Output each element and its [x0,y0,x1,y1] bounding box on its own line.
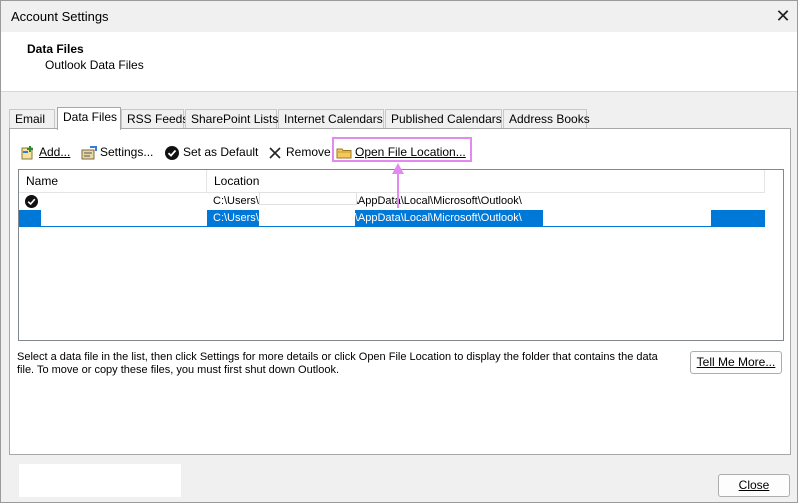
location-cell: C:\Users\ \AppData\Local\Microsoft\Outloo… [211,193,522,209]
location-prefix: C:\Users\ [213,195,259,207]
tab-sharepoint-lists[interactable]: SharePoint Lists [185,109,278,129]
title-bar: Account Settings ✕ [1,1,797,32]
window-title: Account Settings [11,9,109,24]
settings-icon [81,145,97,161]
redacted-username [258,210,355,226]
tab-address-books[interactable]: Address Books [503,109,590,129]
header-subtitle: Outlook Data Files [45,58,144,72]
info-text: Select a data file in the list, then cli… [17,351,658,376]
redacted-area [19,464,181,497]
redacted-name [41,210,207,226]
tab-published-calendars[interactable]: Published Calendars [385,109,502,129]
location-suffix: \AppData\Local\Microsoft\Outlook\ [354,212,522,224]
set-as-default-button[interactable]: Set as Default [164,143,258,163]
settings-button[interactable]: Settings... [81,143,153,163]
add-button[interactable]: Add... [20,143,70,163]
check-circle-icon [164,145,180,161]
redacted-username-box [259,192,357,205]
redacted-tail [543,210,711,226]
close-button[interactable]: Close [718,474,790,497]
account-settings-window: Account Settings ✕ Data Files Outlook Da… [0,0,798,503]
tab-email[interactable]: Email [9,109,55,129]
header-banner: Data Files Outlook Data Files [1,32,797,92]
close-window-icon[interactable]: ✕ [771,5,795,29]
column-header-name[interactable]: Name [19,170,207,193]
tab-rss-feeds[interactable]: RSS Feeds [121,109,188,129]
remove-button[interactable]: Remove [267,143,331,163]
default-check-icon [25,195,38,208]
open-file-location-highlight [332,137,472,162]
add-data-file-icon [20,145,36,161]
location-suffix: \AppData\Local\Microsoft\Outlook\ [354,195,522,207]
tell-me-more-button[interactable]: Tell Me More... [690,351,782,374]
column-header-location[interactable]: Location [207,170,765,193]
location-prefix: C:\Users\ [213,212,259,224]
header-title: Data Files [27,42,84,56]
arrow-up-icon [392,163,404,208]
table-row-selected[interactable]: C:\Users\ \AppData\Local\Microsoft\Outloo… [19,210,765,227]
x-icon [267,145,283,161]
tab-internet-calendars[interactable]: Internet Calendars [278,109,384,129]
tab-data-files[interactable]: Data Files [57,107,121,130]
